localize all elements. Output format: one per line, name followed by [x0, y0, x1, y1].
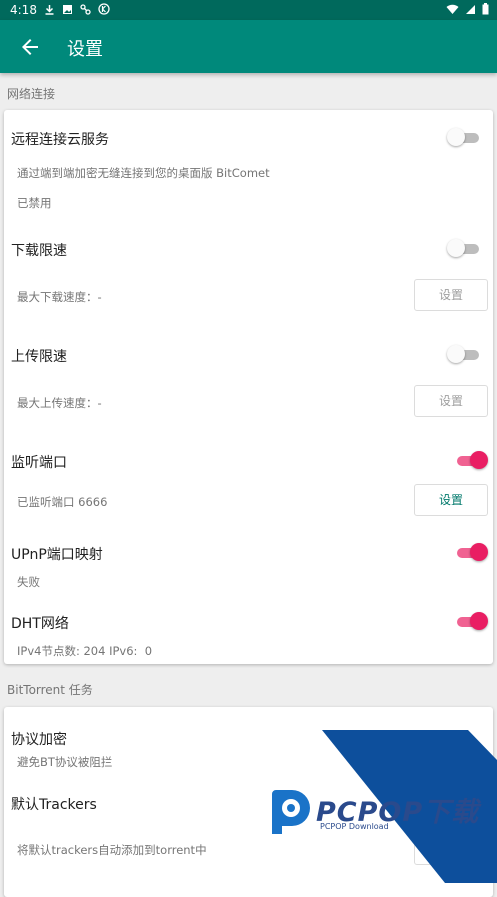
- encryption-title: 协议加密: [11, 732, 67, 748]
- upload-limit-switch[interactable]: [447, 344, 480, 364]
- listen-port-value: 已监听端口 6666: [17, 495, 108, 509]
- trackers-title: 默认Trackers: [11, 797, 97, 813]
- bittorrent-settings-card: 协议加密 避免BT协议被阻拦 默认Trackers 将默认trackers自动添…: [4, 707, 493, 897]
- remote-service-description: 通过端到端加密无缝连接到您的桌面版 BitComet: [17, 166, 270, 180]
- dht-title: DHT网络: [11, 616, 69, 632]
- back-arrow-icon[interactable]: [18, 35, 42, 59]
- download-limit-title: 下载限速: [11, 243, 67, 259]
- trackers-set-button[interactable]: [414, 833, 488, 865]
- listen-port-switch[interactable]: [456, 450, 488, 470]
- k-app-icon: [98, 3, 110, 15]
- listen-port-title: 监听端口: [11, 455, 67, 471]
- status-time: 4:18: [10, 3, 37, 17]
- section-header-bittorrent: BitTorrent 任务: [7, 683, 93, 697]
- remote-service-switch[interactable]: [447, 127, 480, 147]
- wifi-icon: [446, 4, 459, 14]
- download-limit-value: 最大下载速度：-: [17, 290, 102, 304]
- upnp-switch[interactable]: [456, 542, 488, 562]
- status-bar: 4:18: [0, 0, 497, 20]
- remote-service-title: 远程连接云服务: [11, 132, 109, 148]
- upnp-title: UPnP端口映射: [11, 547, 103, 563]
- encryption-description: 避免BT协议被阻拦: [17, 755, 113, 769]
- signal-icon: [466, 4, 475, 14]
- download-limit-set-button[interactable]: 设置: [414, 279, 488, 311]
- gallery-icon: [63, 4, 72, 14]
- trackers-description: 将默认trackers自动添加到torrent中: [17, 843, 207, 857]
- upload-limit-value: 最大上传速度：-: [17, 396, 102, 410]
- dht-status: IPv4节点数: 204 IPv6: 0: [17, 644, 153, 658]
- download-icon: [45, 4, 54, 15]
- upload-limit-title: 上传限速: [11, 349, 67, 365]
- dht-switch[interactable]: [456, 611, 488, 631]
- section-header-network: 网络连接: [7, 87, 56, 101]
- remote-service-status: 已禁用: [17, 196, 52, 210]
- upnp-status: 失败: [17, 575, 40, 589]
- download-limit-switch[interactable]: [447, 238, 480, 258]
- share-app-icon: [80, 3, 91, 15]
- network-settings-card: 远程连接云服务 通过端到端加密无缝连接到您的桌面版 BitComet 已禁用 下…: [4, 110, 493, 664]
- app-bar: 设置: [0, 20, 497, 73]
- page-title: 设置: [67, 39, 103, 60]
- battery-icon: [482, 3, 489, 15]
- listen-port-set-button[interactable]: 设置: [414, 484, 488, 516]
- upload-limit-set-button[interactable]: 设置: [414, 385, 488, 417]
